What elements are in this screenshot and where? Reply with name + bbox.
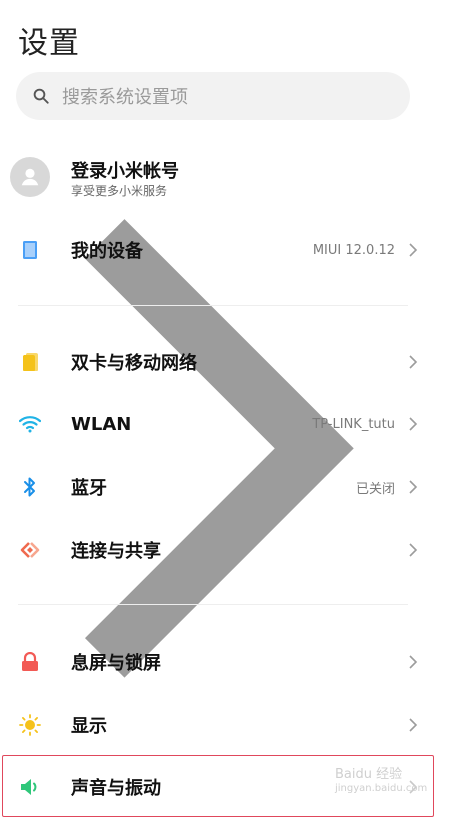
device-icon bbox=[19, 239, 41, 261]
settings-item-display[interactable]: 显示 bbox=[0, 697, 449, 753]
watermark-url: jingyan.baidu.com bbox=[335, 783, 428, 794]
lock-icon bbox=[19, 651, 41, 673]
search-placeholder: 搜索系统设置项 bbox=[62, 87, 188, 108]
chevron-right-icon bbox=[409, 243, 418, 257]
search-icon bbox=[33, 88, 49, 104]
section-divider bbox=[18, 604, 408, 605]
chevron-right-icon bbox=[409, 718, 418, 732]
item-label: 蓝牙 bbox=[71, 478, 107, 499]
item-label: 息屏与锁屏 bbox=[71, 653, 161, 674]
item-label: 双卡与移动网络 bbox=[71, 353, 197, 374]
item-label: 显示 bbox=[71, 716, 107, 737]
chevron-right-icon bbox=[409, 417, 418, 431]
bluetooth-icon bbox=[19, 476, 41, 498]
settings-item-lock-screen[interactable]: 息屏与锁屏 bbox=[0, 634, 449, 690]
sim-card-icon bbox=[19, 351, 41, 373]
watermark: Baidu 经验 jingyan.baidu.com bbox=[335, 767, 428, 806]
settings-item-my-device[interactable]: 我的设备 MIUI 12.0.12 bbox=[0, 222, 449, 278]
wifi-icon bbox=[19, 413, 41, 435]
watermark-brand: Baidu 经验 bbox=[335, 767, 403, 782]
item-label: 我的设备 bbox=[71, 241, 143, 262]
account-login-item[interactable]: 登录小米帐号 享受更多小米服务 bbox=[0, 147, 449, 678]
chevron-right-icon bbox=[409, 543, 418, 557]
chevron-right-icon bbox=[409, 655, 418, 669]
chevron-right-icon bbox=[409, 480, 418, 494]
settings-item-bluetooth[interactable]: 蓝牙 已关闭 bbox=[0, 459, 449, 515]
share-icon bbox=[19, 539, 41, 561]
sun-icon bbox=[19, 714, 41, 736]
chevron-right-icon bbox=[409, 355, 418, 369]
settings-item-sim-network[interactable]: 双卡与移动网络 bbox=[0, 334, 449, 390]
search-bar[interactable]: 搜索系统设置项 bbox=[16, 72, 410, 120]
page-title: 设置 bbox=[18, 26, 80, 61]
item-value: MIUI 12.0.12 bbox=[312, 242, 395, 258]
section-divider bbox=[18, 305, 408, 306]
settings-item-wlan[interactable]: WLAN TP-LINK_tutu bbox=[0, 396, 449, 452]
item-label: 连接与共享 bbox=[71, 541, 161, 562]
settings-item-connection-sharing[interactable]: 连接与共享 bbox=[0, 522, 449, 578]
item-value: TP-LINK_tutu bbox=[312, 416, 395, 432]
item-label: WLAN bbox=[71, 413, 132, 435]
item-value: 已关闭 bbox=[355, 481, 395, 497]
